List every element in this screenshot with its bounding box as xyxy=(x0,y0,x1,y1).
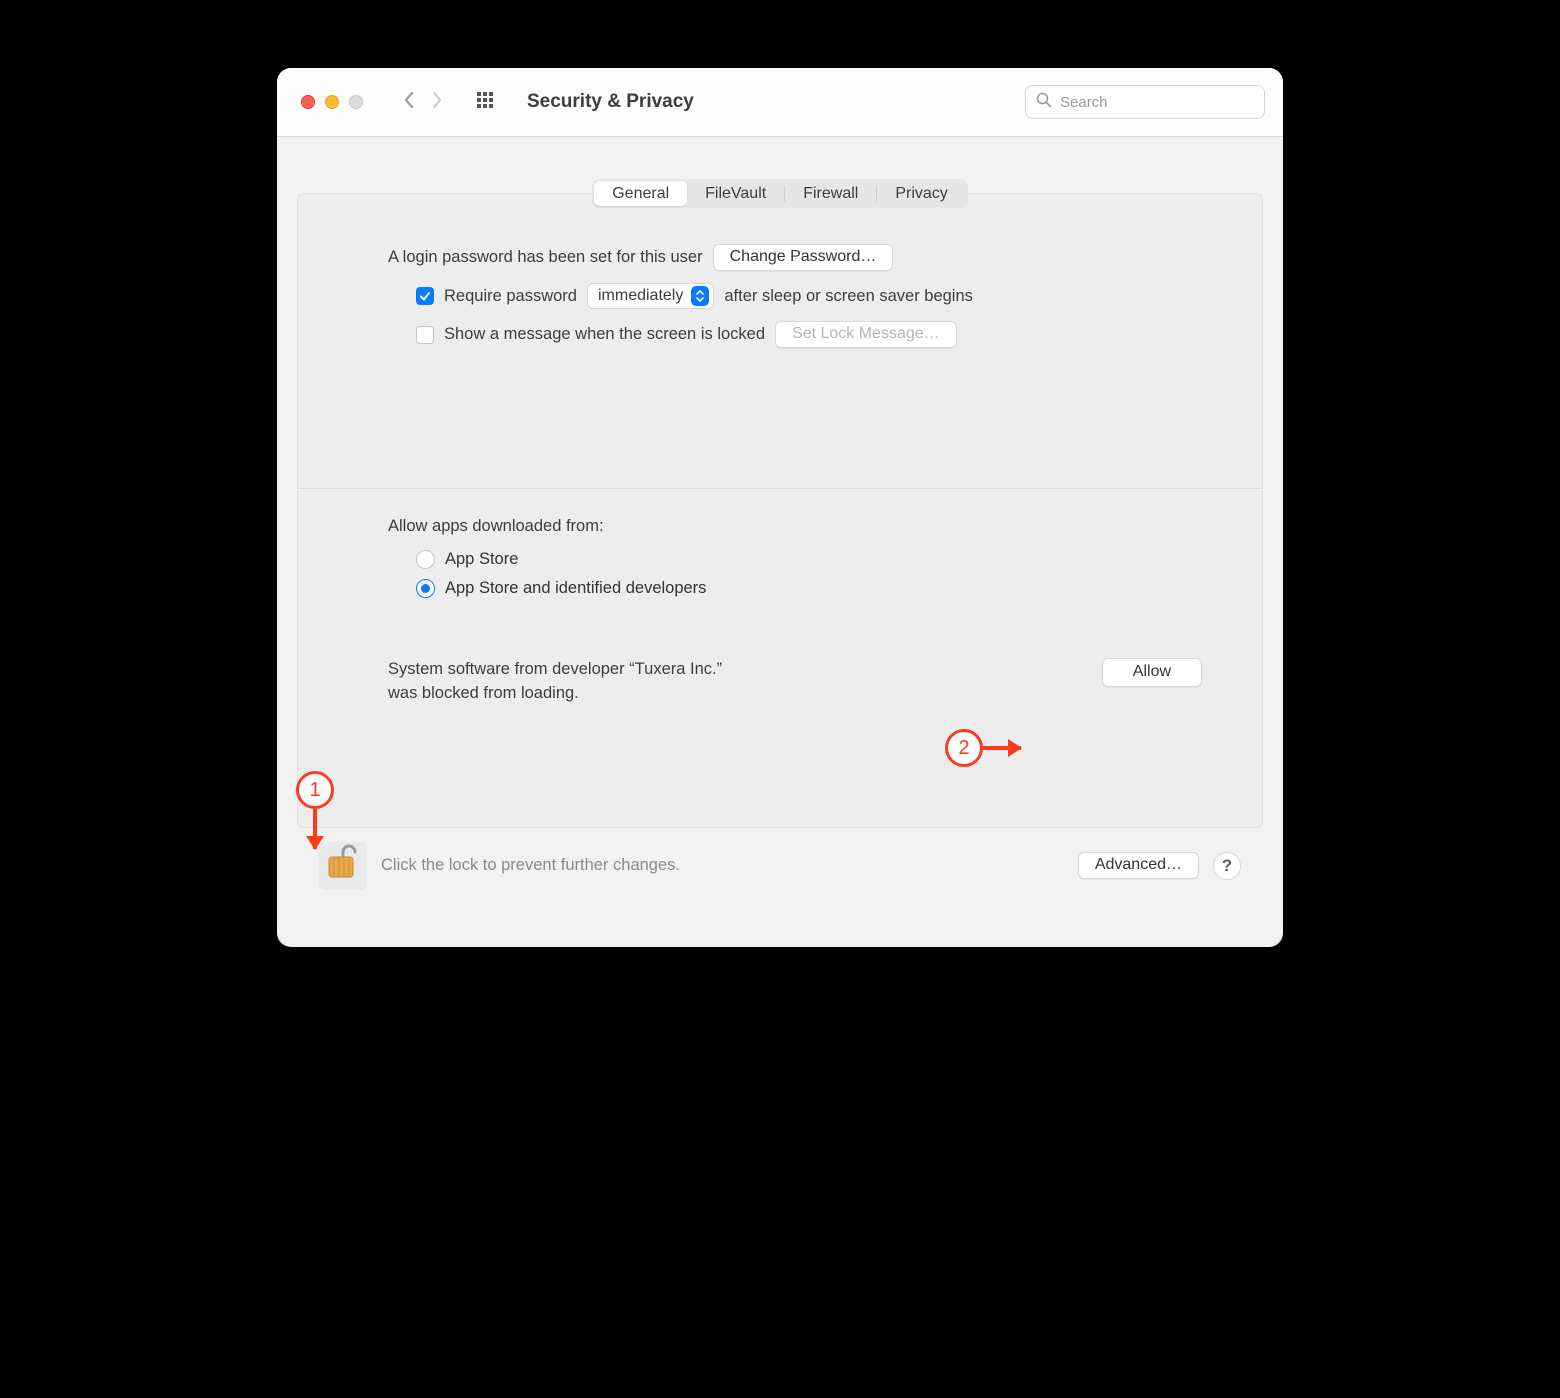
radio-app-store-identified[interactable] xyxy=(416,579,435,598)
radio-app-store-label: App Store xyxy=(445,550,518,569)
login-password-text: A login password has been set for this u… xyxy=(388,248,703,267)
forward-button[interactable] xyxy=(427,90,447,115)
dropdown-arrows-icon xyxy=(691,286,709,306)
tab-general[interactable]: General xyxy=(594,181,687,206)
lock-toggle-button[interactable] xyxy=(319,842,367,890)
require-password-after-text: after sleep or screen saver begins xyxy=(724,287,973,306)
annotation-arrow-2 xyxy=(983,746,1021,750)
set-lock-message-button[interactable]: Set Lock Message… xyxy=(775,321,957,348)
lock-hint-text: Click the lock to prevent further change… xyxy=(381,856,680,875)
show-all-button[interactable] xyxy=(477,92,497,112)
tab-bar: General FileVault Firewall Privacy xyxy=(592,179,968,208)
annotation-arrow-1 xyxy=(313,809,317,849)
minimize-window-button[interactable] xyxy=(325,95,339,109)
window-title: Security & Privacy xyxy=(527,91,694,113)
radio-app-store-identified-label: App Store and identified developers xyxy=(445,579,706,598)
general-panel: A login password has been set for this u… xyxy=(297,193,1263,828)
change-password-button[interactable]: Change Password… xyxy=(713,244,894,271)
advanced-button[interactable]: Advanced… xyxy=(1078,852,1199,879)
tab-privacy[interactable]: Privacy xyxy=(877,181,965,206)
window-body: General FileVault Firewall Privacy A log… xyxy=(277,137,1283,947)
search-field[interactable] xyxy=(1025,85,1265,119)
radio-app-store[interactable] xyxy=(416,550,435,569)
titlebar: Security & Privacy xyxy=(277,68,1283,137)
help-button[interactable]: ? xyxy=(1213,852,1241,880)
show-lock-message-checkbox[interactable] xyxy=(416,326,434,344)
search-input[interactable] xyxy=(1060,94,1259,111)
annotation-callout-2: 2 xyxy=(945,729,983,767)
panel-divider xyxy=(298,488,1262,489)
search-icon xyxy=(1036,92,1052,113)
zoom-window-button[interactable] xyxy=(349,95,363,109)
nav-buttons xyxy=(399,90,447,115)
require-password-checkbox[interactable] xyxy=(416,287,434,305)
allow-apps-title: Allow apps downloaded from: xyxy=(388,517,1202,536)
back-button[interactable] xyxy=(399,90,419,115)
require-password-delay-value: immediately xyxy=(598,287,683,305)
require-password-label: Require password xyxy=(444,287,577,306)
blocked-software-text: System software from developer “Tuxera I… xyxy=(388,658,725,706)
tab-filevault[interactable]: FileVault xyxy=(687,181,784,206)
window-controls xyxy=(301,95,363,109)
footer: Click the lock to prevent further change… xyxy=(297,828,1263,903)
preferences-window: Security & Privacy General FileVault Fir… xyxy=(277,68,1283,947)
require-password-delay-select[interactable]: immediately xyxy=(587,283,714,309)
close-window-button[interactable] xyxy=(301,95,315,109)
tab-firewall[interactable]: Firewall xyxy=(785,181,876,206)
annotation-callout-1: 1 xyxy=(296,771,334,809)
show-lock-message-label: Show a message when the screen is locked xyxy=(444,325,765,344)
unlock-icon xyxy=(326,843,360,888)
allow-button[interactable]: Allow xyxy=(1102,658,1202,687)
